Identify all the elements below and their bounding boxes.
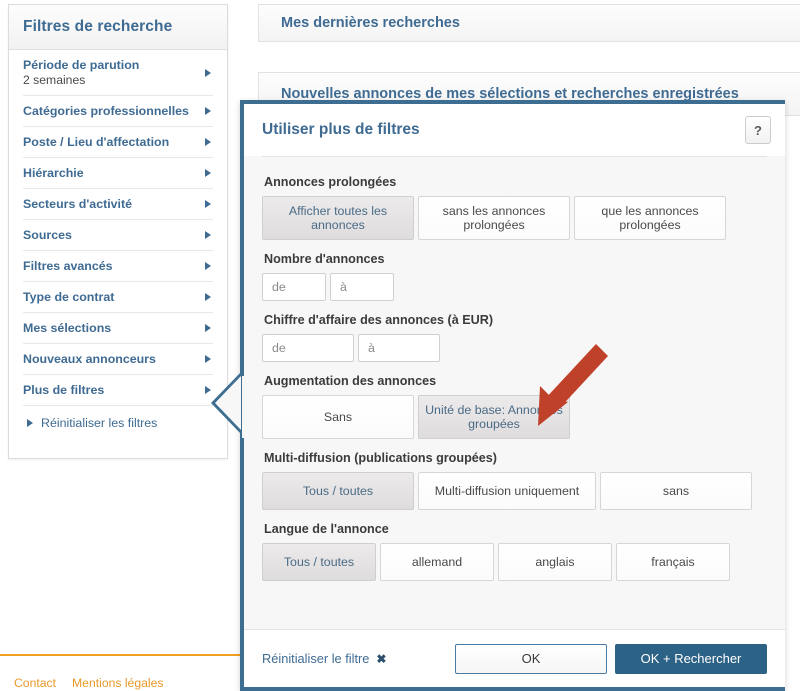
sidebar-item-label: Secteurs d'activité bbox=[23, 197, 193, 212]
chevron-right-icon bbox=[205, 138, 211, 146]
segmented-augmentation: Sans Unité de base: Annonces groupées bbox=[262, 395, 767, 439]
chevron-right-icon bbox=[205, 231, 211, 239]
sidebar-item-filtres-avances[interactable]: Filtres avancés bbox=[23, 251, 213, 282]
reset-filter-link[interactable]: Réinitialiser le filtre ✖ bbox=[262, 651, 386, 666]
inputs-nombre-annonces bbox=[262, 273, 767, 301]
footer-links: Contact Mentions légales bbox=[14, 676, 163, 690]
chevron-right-icon bbox=[205, 355, 211, 363]
sidebar-item-label: Catégories professionnelles bbox=[23, 104, 193, 119]
seg-allemand[interactable]: allemand bbox=[380, 543, 494, 581]
reset-filter-label: Réinitialiser le filtre bbox=[262, 651, 369, 666]
label-augmentation-annonces: Augmentation des annonces bbox=[264, 374, 767, 388]
nombre-annonces-to-input[interactable] bbox=[330, 273, 394, 301]
modal-pointer-mask bbox=[242, 376, 250, 438]
modal-title: Utiliser plus de filtres bbox=[262, 121, 420, 139]
chevron-right-icon bbox=[205, 293, 211, 301]
more-filters-modal: Utiliser plus de filtres ? Annonces prol… bbox=[240, 100, 785, 691]
close-x-icon: ✖ bbox=[376, 652, 386, 666]
seg-francais[interactable]: français bbox=[616, 543, 730, 581]
sidebar-item-sublabel: 2 semaines bbox=[23, 73, 193, 88]
chiffre-affaire-from-input[interactable] bbox=[262, 334, 354, 362]
label-nombre-annonces: Nombre d'annonces bbox=[264, 252, 767, 266]
modal-footer: Réinitialiser le filtre ✖ OK OK + Recher… bbox=[244, 629, 785, 687]
seg-afficher-toutes-les-annonces[interactable]: Afficher toutes les annonces bbox=[262, 196, 414, 240]
chevron-right-icon bbox=[205, 386, 211, 394]
page-root: Filtres de recherche Période de parution… bbox=[0, 0, 800, 691]
modal-body: Annonces prolongées Afficher toutes les … bbox=[244, 157, 785, 581]
sidebar-item-secteurs-activite[interactable]: Secteurs d'activité bbox=[23, 189, 213, 220]
label-langue-annonce: Langue de l'annonce bbox=[264, 522, 767, 536]
chevron-right-icon bbox=[205, 69, 211, 77]
footer-link-contact[interactable]: Contact bbox=[14, 676, 56, 690]
sidebar-title: Filtres de recherche bbox=[23, 18, 172, 36]
sidebar-item-mes-selections[interactable]: Mes sélections bbox=[23, 313, 213, 344]
sidebar-item-type-de-contrat[interactable]: Type de contrat bbox=[23, 282, 213, 313]
chiffre-affaire-to-input[interactable] bbox=[358, 334, 440, 362]
reset-filters-label: Réinitialiser les filtres bbox=[41, 416, 157, 430]
nombre-annonces-from-input[interactable] bbox=[262, 273, 326, 301]
seg-unite-de-base-annonces-groupees[interactable]: Unité de base: Annonces groupées bbox=[418, 395, 570, 439]
seg-sans-multidiffusion[interactable]: sans bbox=[600, 472, 752, 510]
seg-sans-les-annonces-prolongees[interactable]: sans les annonces prolongées bbox=[418, 196, 570, 240]
sidebar-item-nouveaux-annonceurs[interactable]: Nouveaux annonceurs bbox=[23, 344, 213, 375]
chevron-right-icon bbox=[205, 324, 211, 332]
chevron-right-icon bbox=[205, 169, 211, 177]
sidebar-item-label: Poste / Lieu d'affectation bbox=[23, 135, 193, 150]
seg-que-les-annonces-prolongees[interactable]: que les annonces prolongées bbox=[574, 196, 726, 240]
sidebar-item-label: Sources bbox=[23, 228, 193, 243]
seg-tous-toutes-langue[interactable]: Tous / toutes bbox=[262, 543, 376, 581]
sidebar-item-label: Type de contrat bbox=[23, 290, 193, 305]
sidebar-item-list: Période de parution 2 semaines Catégorie… bbox=[9, 50, 227, 430]
label-chiffre-affaire: Chiffre d'affaire des annonces (à EUR) bbox=[264, 313, 767, 327]
inputs-chiffre-affaire bbox=[262, 334, 767, 362]
segmented-langue: Tous / toutes allemand anglais français bbox=[262, 543, 767, 581]
sidebar-item-periode-de-parution[interactable]: Période de parution 2 semaines bbox=[23, 50, 213, 96]
reset-filters-link[interactable]: Réinitialiser les filtres bbox=[23, 406, 213, 430]
sidebar-item-categories-professionnelles[interactable]: Catégories professionnelles bbox=[23, 96, 213, 127]
sidebar-item-label: Mes sélections bbox=[23, 321, 193, 336]
seg-tous-toutes-multidiffusion[interactable]: Tous / toutes bbox=[262, 472, 414, 510]
label-annonces-prolongees: Annonces prolongées bbox=[264, 175, 767, 189]
chevron-right-icon bbox=[205, 262, 211, 270]
seg-multi-diffusion-uniquement[interactable]: Multi-diffusion uniquement bbox=[418, 472, 596, 510]
chevron-right-icon bbox=[205, 200, 211, 208]
panel-title: Mes dernières recherches bbox=[281, 15, 460, 31]
search-filters-sidebar: Filtres de recherche Période de parution… bbox=[8, 4, 228, 459]
footer-divider bbox=[0, 654, 245, 656]
sidebar-header: Filtres de recherche bbox=[9, 5, 227, 50]
sidebar-item-label: Hiérarchie bbox=[23, 166, 193, 181]
sidebar-item-label: Nouveaux annonceurs bbox=[23, 352, 193, 367]
sidebar-item-label: Période de parution bbox=[23, 58, 193, 73]
more-filters-modal-wrap: Utiliser plus de filtres ? Annonces prol… bbox=[240, 100, 800, 691]
sidebar-item-sources[interactable]: Sources bbox=[23, 220, 213, 251]
label-multi-diffusion: Multi-diffusion (publications groupées) bbox=[264, 451, 767, 465]
modal-footer-buttons: OK OK + Rechercher bbox=[455, 644, 767, 674]
chevron-right-icon bbox=[205, 107, 211, 115]
segmented-annonces-prolongees: Afficher toutes les annonces sans les an… bbox=[262, 196, 767, 240]
sidebar-item-plus-de-filtres[interactable]: Plus de filtres bbox=[23, 375, 213, 406]
footer-link-mentions-legales[interactable]: Mentions légales bbox=[72, 676, 163, 690]
chevron-right-icon bbox=[27, 419, 33, 427]
panel-mes-dernieres-recherches[interactable]: Mes dernières recherches bbox=[258, 4, 800, 42]
sidebar-item-poste-lieu-affectation[interactable]: Poste / Lieu d'affectation bbox=[23, 127, 213, 158]
segmented-multi-diffusion: Tous / toutes Multi-diffusion uniquement… bbox=[262, 472, 767, 510]
sidebar-item-label: Plus de filtres bbox=[23, 383, 193, 398]
help-button[interactable]: ? bbox=[745, 116, 771, 144]
modal-header: Utiliser plus de filtres ? bbox=[244, 104, 785, 156]
sidebar-item-hierarchie[interactable]: Hiérarchie bbox=[23, 158, 213, 189]
ok-search-button[interactable]: OK + Rechercher bbox=[615, 644, 767, 674]
seg-sans[interactable]: Sans bbox=[262, 395, 414, 439]
ok-button[interactable]: OK bbox=[455, 644, 607, 674]
sidebar-item-label: Filtres avancés bbox=[23, 259, 193, 274]
seg-anglais[interactable]: anglais bbox=[498, 543, 612, 581]
